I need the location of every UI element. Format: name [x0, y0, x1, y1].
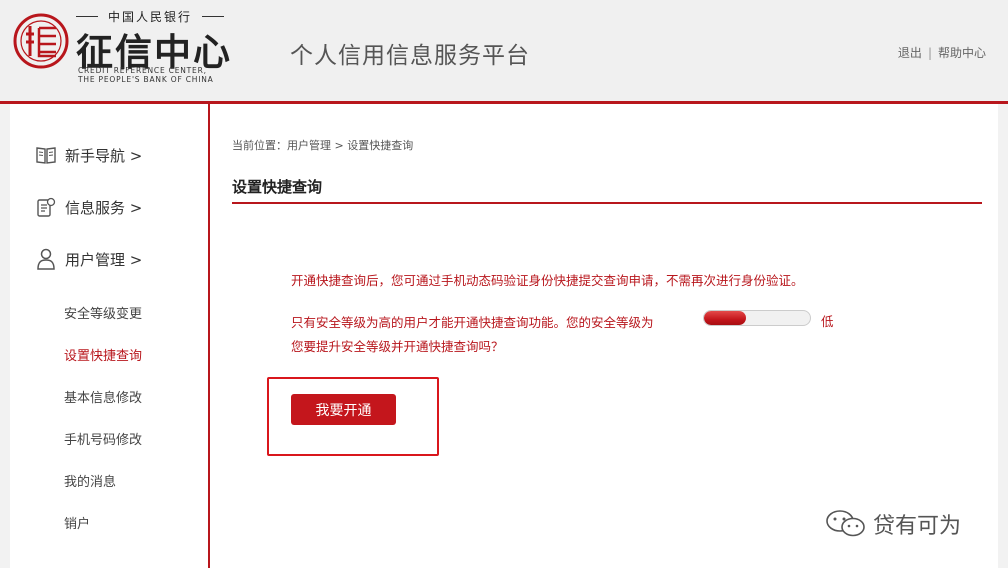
sidebar-sub-security-level[interactable]: 安全等级变更	[64, 303, 142, 322]
sidebar-sub-close-account[interactable]: 销户	[64, 513, 90, 532]
content-area: 当前位置：用户管理 > 设置快捷查询 设置快捷查询 开通快捷查询后，您可通过手机…	[232, 104, 984, 568]
sidebar-sub-quick-query[interactable]: 设置快捷查询	[64, 345, 142, 364]
sidebar-item-info-service[interactable]: 信息服务 >	[36, 196, 142, 218]
watermark: 贷有可为	[825, 508, 961, 540]
sidebar-sub-basic-info[interactable]: 基本信息修改	[64, 387, 142, 406]
link-separator: |	[927, 46, 932, 60]
quick-query-description: 开通快捷查询后，您可通过手机动态码验证身份快捷提交查询申请，不需再次进行身份验证…	[291, 273, 804, 288]
sidebar-item-label: 信息服务 >	[65, 198, 143, 217]
document-icon	[37, 197, 56, 217]
book-icon	[36, 147, 56, 164]
breadcrumb: 当前位置：用户管理 > 设置快捷查询	[232, 139, 414, 152]
sidebar: 新手导航 > 信息服务 > 用户管理 > 安全等级变更 设置快捷查询 基本信息修…	[10, 104, 210, 568]
enable-quick-query-button[interactable]: 我要开通	[291, 394, 396, 425]
platform-title: 个人信用信息服务平台	[290, 43, 530, 69]
sidebar-item-novice-guide[interactable]: 新手导航 >	[36, 144, 142, 166]
sidebar-item-label: 用户管理 >	[65, 250, 143, 269]
main-panel: 新手导航 > 信息服务 > 用户管理 > 安全等级变更 设置快捷查询 基本信息修…	[10, 104, 998, 568]
security-level-fill	[704, 311, 747, 325]
sidebar-item-label: 新手导航 >	[65, 146, 143, 165]
sidebar-sub-phone-number[interactable]: 手机号码修改	[64, 429, 142, 448]
user-icon	[37, 248, 55, 270]
watermark-text: 贷有可为	[873, 514, 962, 539]
top-links: 退出 | 帮助中心	[898, 44, 986, 61]
security-level-bar	[703, 310, 811, 326]
security-level-text: 低	[821, 314, 834, 329]
credit-center-logo-icon	[13, 13, 69, 69]
logout-link[interactable]: 退出	[898, 46, 922, 60]
upgrade-prompt: 您要提升安全等级并开通快捷查询吗？	[291, 339, 504, 354]
sidebar-item-user-management[interactable]: 用户管理 >	[36, 248, 142, 270]
sidebar-sub-my-messages[interactable]: 我的消息	[64, 471, 116, 490]
header: 中国人民银行 征信中心 CREDIT REFERENCE CENTER, THE…	[0, 0, 1008, 104]
help-center-link[interactable]: 帮助中心	[938, 46, 986, 60]
wechat-icon	[826, 510, 865, 537]
logo-english-name: CREDIT REFERENCE CENTER, THE PEOPLE'S BA…	[78, 66, 214, 84]
security-requirement-text: 只有安全等级为高的用户才能开通快捷查询功能。您的安全等级为	[291, 315, 654, 330]
page-title: 设置快捷查询	[232, 176, 982, 204]
